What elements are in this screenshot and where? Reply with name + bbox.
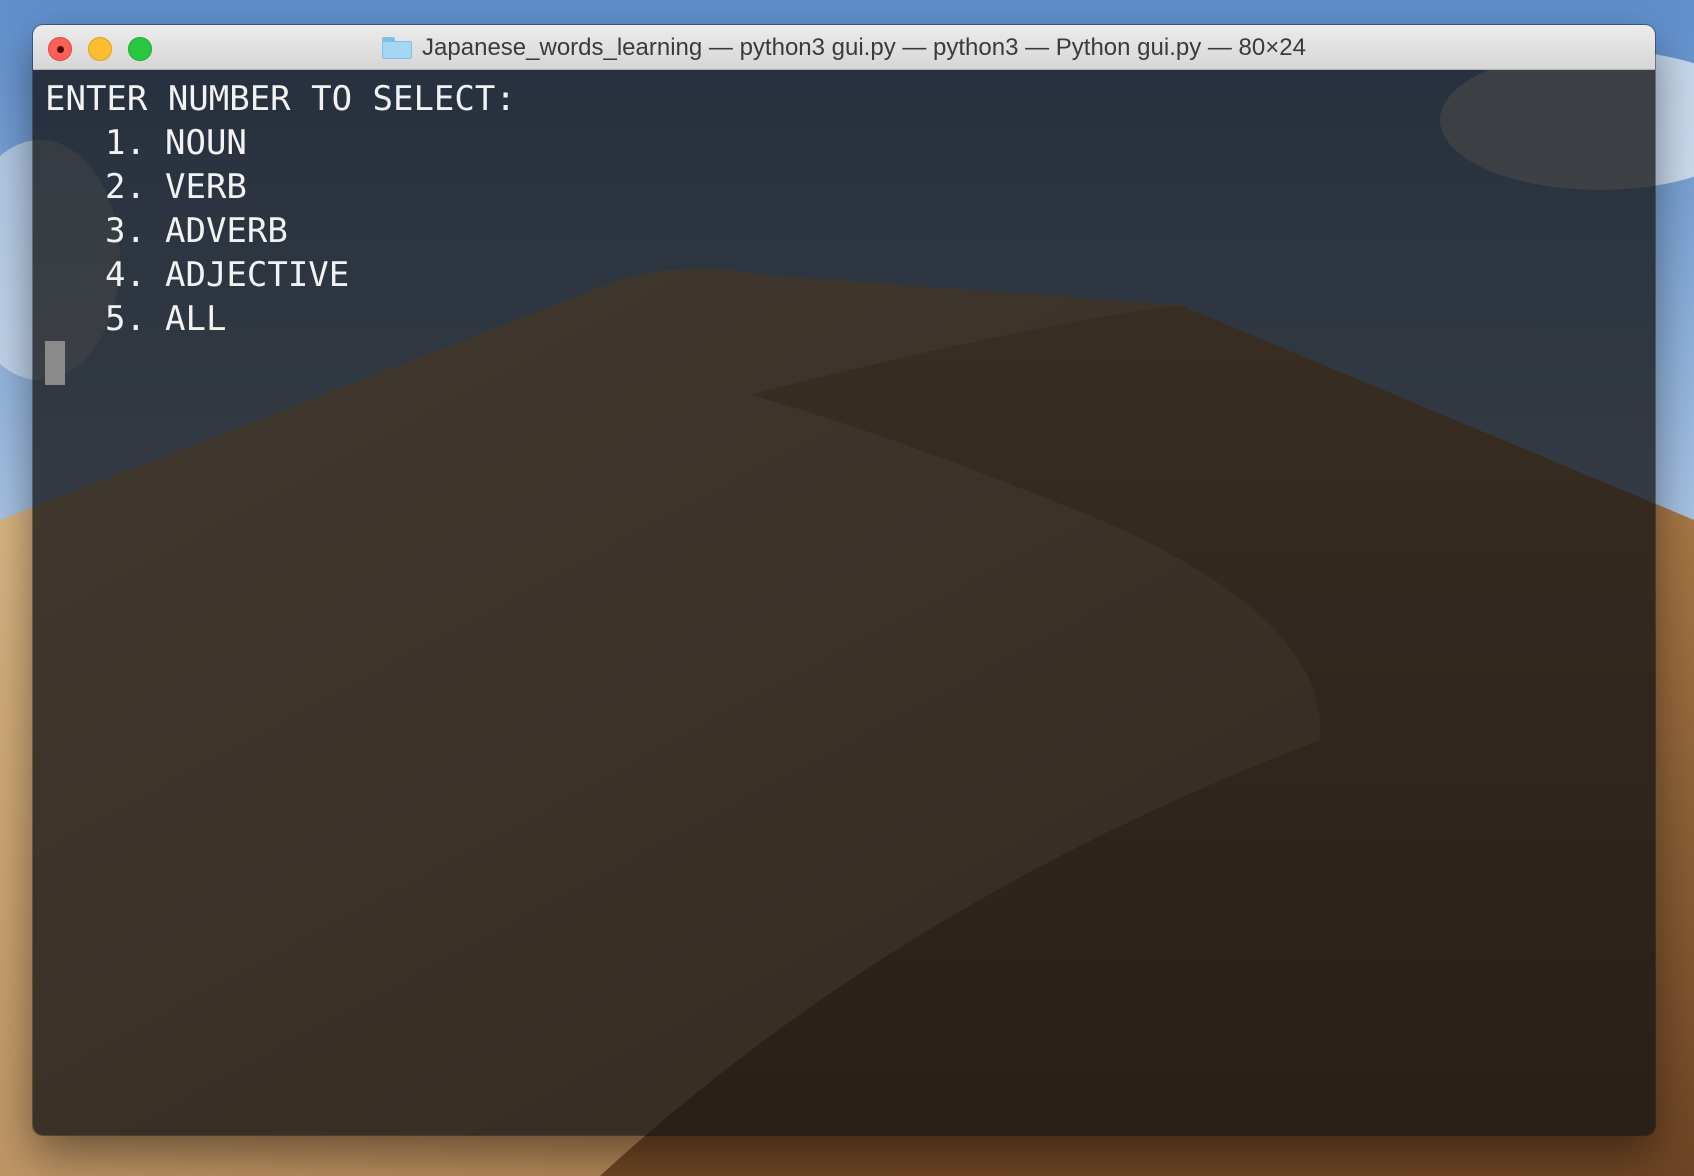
input-line[interactable] [45,341,1655,385]
option-number: 2. [105,167,146,207]
terminal-output[interactable]: ENTER NUMBER TO SELECT: 1. NOUN 2. VERB 3.… [33,70,1655,1135]
option-number: 4. [105,255,146,295]
text-cursor[interactable] [45,341,65,385]
option-line: 3. ADVERB [45,209,1655,253]
title-bar[interactable]: Japanese_words_learning — python3 gui.py… [33,25,1655,70]
option-label: ADJECTIVE [165,255,350,295]
option-label: VERB [165,167,247,207]
option-label: ADVERB [165,211,288,251]
option-number: 3. [105,211,146,251]
prompt-line: ENTER NUMBER TO SELECT: [45,79,516,119]
option-label: ALL [165,299,227,339]
folder-icon [382,36,413,59]
option-line: 1. NOUN [45,121,1655,165]
option-label: NOUN [165,123,247,163]
terminal-window: Japanese_words_learning — python3 gui.py… [33,25,1655,1135]
option-number: 5. [105,299,146,339]
option-number: 1. [105,123,146,163]
window-title: Japanese_words_learning — python3 gui.py… [422,33,1306,61]
option-line: 4. ADJECTIVE [45,253,1655,297]
window-title-group: Japanese_words_learning — python3 gui.py… [33,25,1655,70]
option-line: 5. ALL [45,297,1655,341]
option-line: 2. VERB [45,165,1655,209]
